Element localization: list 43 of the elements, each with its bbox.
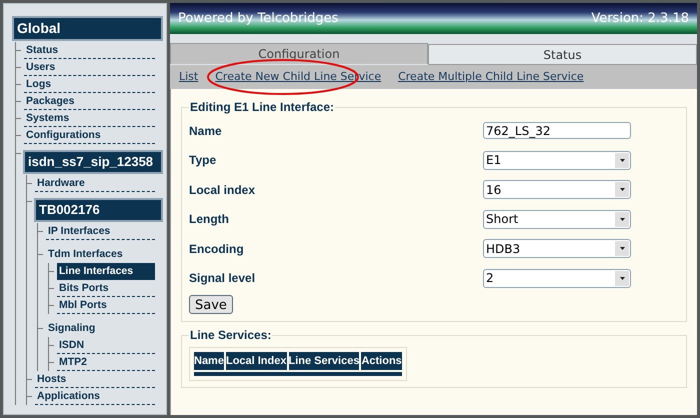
nav-item[interactable]: ISDN (57, 337, 155, 354)
field-label: Length (189, 211, 229, 228)
tab[interactable]: Status (428, 44, 697, 65)
nav-item[interactable]: Configurations (24, 127, 155, 144)
field-label: Signal level (189, 270, 256, 288)
field-label: Name (189, 122, 222, 140)
column-header: Actions (361, 352, 402, 370)
form-title: Editing E1 Line Interface: (189, 99, 336, 116)
nav-item[interactable]: Mbl Ports (57, 297, 155, 314)
tab[interactable]: Configuration (170, 43, 428, 64)
field-label: Type (189, 152, 216, 170)
section-header[interactable]: TB002176 (34, 198, 163, 222)
column-header: Local Index (226, 352, 286, 370)
nav-item[interactable]: IP Interfaces (46, 223, 155, 240)
section-title: Line Services: (189, 327, 272, 344)
nav-item[interactable]: Users (24, 59, 155, 76)
action-link[interactable]: Create Multiple Child Line Service (398, 70, 584, 83)
column-header: Name (194, 352, 224, 370)
section-header[interactable]: isdn_ss7_sip_12358 (23, 150, 163, 174)
nav-group[interactable]: Tdm Interfaces (46, 246, 125, 263)
dropdown[interactable]: 2 (483, 268, 631, 288)
nav-item[interactable]: Hosts (35, 371, 155, 388)
dropdown[interactable]: 16 (483, 180, 631, 200)
section-header[interactable]: Global (12, 16, 163, 41)
nav-item[interactable]: Logs (24, 76, 155, 93)
nav-item[interactable]: Packages (24, 93, 155, 110)
field-label: Local index (189, 182, 256, 199)
nav-item[interactable]: Applications (35, 388, 155, 405)
dropdown[interactable]: E1 (483, 150, 631, 170)
field-label: Encoding (189, 240, 244, 258)
column-header: Line Services (288, 352, 360, 370)
nav-item[interactable]: Bits Ports (57, 280, 155, 297)
nav-item[interactable]: MTP2 (57, 354, 155, 371)
dropdown[interactable]: Short (483, 210, 631, 229)
input-field[interactable]: 762_LS_32 (483, 122, 631, 140)
nav-item[interactable]: Systems (24, 110, 155, 127)
save-button[interactable]: Save (189, 295, 233, 314)
action-link[interactable]: List (179, 70, 198, 83)
nav-item[interactable]: Status (24, 42, 155, 59)
dropdown[interactable]: HDB3 (483, 239, 631, 258)
nav-item[interactable]: Hardware (35, 175, 155, 192)
nav-group[interactable]: Signaling (46, 320, 98, 337)
nav-item[interactable]: Line Interfaces (57, 263, 155, 280)
